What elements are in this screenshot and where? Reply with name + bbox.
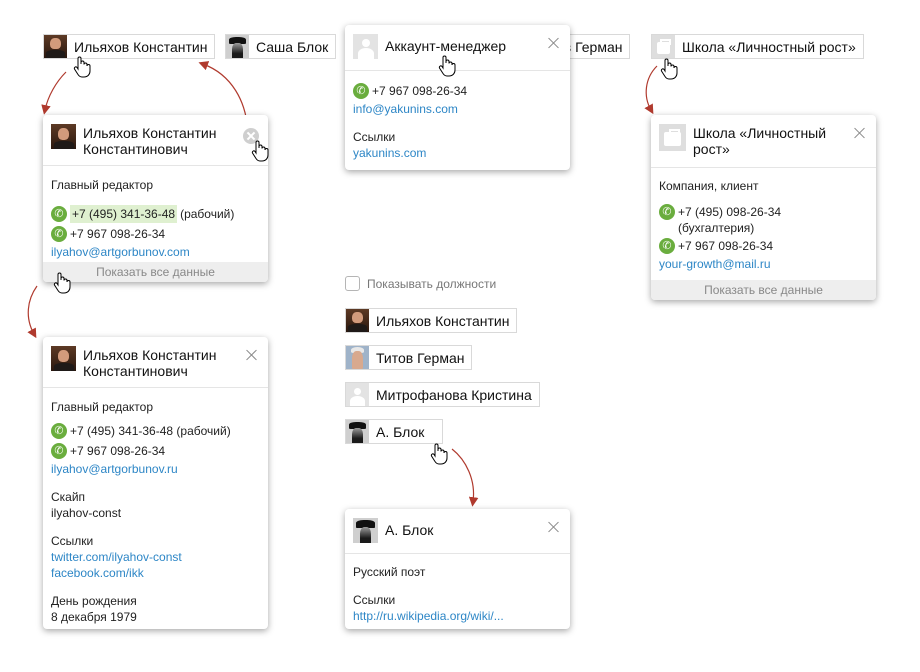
checkbox[interactable] [345,276,360,291]
links-label: Ссылки [353,593,396,607]
hand-cursor-icon [251,140,269,162]
avatar [51,124,76,149]
avatar [346,346,369,369]
chip-sasha-blok[interactable]: Саша Блок [225,34,337,59]
arrow-chip-to-card [41,71,67,115]
card-school: Школа «Личностный рост» Компания, клиент… [651,115,876,300]
card-name: А. Блок [385,522,434,538]
twitter-link[interactable]: twitter.com/ilyahov-const [51,549,260,565]
chip-label: Саша Блок [256,38,329,55]
card-ilyahov-full: Ильяхов Константин Константинович Главны… [43,337,268,629]
position: Главный редактор [51,400,154,414]
card-name: Аккаунт-менеджер [385,38,507,54]
avatar [353,518,378,543]
avatar [44,35,67,58]
hand-cursor-icon [73,56,91,78]
close-icon[interactable] [854,127,866,139]
facebook-link[interactable]: facebook.com/ikk [51,565,260,581]
list-item[interactable]: Ильяхов Константин [345,308,518,333]
links-label: Ссылки [51,534,94,548]
list-item[interactable]: А. Блок [345,419,444,444]
phone-note: (бухгалтерия) [678,221,755,235]
list-item-label: А. Блок [376,423,425,440]
email-link[interactable]: ilyahov@artgorbunov.com [51,244,260,260]
skype-label: Скайп [51,490,86,504]
list-item-label: Титов Герман [376,349,465,366]
position: Компания, клиент [659,179,759,193]
phone-mobile: +7 967 098-26-34 [70,227,166,241]
avatar [353,34,378,59]
email-link[interactable]: your-growth@mail.ru [659,256,868,272]
phone: +7 967 098-26-34 [372,84,468,98]
avatar [346,383,369,406]
chip-school[interactable]: Школа «Личностный рост» [651,34,864,59]
close-icon[interactable] [548,521,560,533]
hand-cursor-icon [430,443,448,465]
wikipedia-link[interactable]: http://ru.wikipedia.org/wiki/... [353,608,562,624]
phone-icon [51,423,67,439]
list-item-label: Митрофанова Кристина [376,386,532,403]
phone-icon [51,443,67,459]
card-account-manager: Аккаунт-менеджер +7 967 098-26-34 info@y… [345,25,570,170]
show-all-button[interactable]: Показать все данные [651,280,876,300]
phone-accounting: +7 (495) 098-26-34 [678,205,782,219]
phone-icon [51,206,67,222]
arrow-blok-to-card [451,448,479,507]
show-all-button[interactable]: Показать все данные [43,262,268,282]
avatar [652,35,675,58]
phone-icon [51,226,67,242]
position: Главный редактор [51,178,154,192]
card-name: Ильяхов Константин Константинович [83,125,217,157]
close-icon[interactable] [548,37,560,49]
email-link[interactable]: info@yakunins.com [353,101,562,117]
hand-cursor-icon [53,272,71,294]
avatar [51,346,76,371]
hand-cursor-icon [660,58,678,80]
position: Русский поэт [353,565,426,579]
card-name: Ильяхов Константин Константинович [83,347,217,379]
chip-ilyahov[interactable]: Ильяхов Константин [43,34,216,59]
phone-icon [659,204,675,220]
card-name: Школа «Личностный рост» [693,125,827,157]
chip-label: Школа «Личностный рост» [682,38,856,55]
email-link[interactable]: ilyahov@artgorbunov.ru [51,461,260,477]
avatar [659,124,686,151]
avatar [346,309,369,332]
show-positions-toggle[interactable]: Показывать должности [345,276,496,291]
arrow-small-to-full [27,285,38,339]
phone-icon [353,83,369,99]
avatar [346,420,369,443]
phone-icon [659,238,675,254]
links-label: Ссылки [353,130,396,144]
arrow-school-to-card [644,65,658,115]
phone-mobile: +7 967 098-26-34 [70,444,166,458]
list-item[interactable]: Митрофанова Кристина [345,382,540,407]
checkbox-label: Показывать должности [367,276,497,291]
phone-work: +7 (495) 341-36-48 [70,205,178,223]
birthday-value: 8 декабря 1979 [51,610,137,624]
card-blok: А. Блок Русский поэт Ссылки http://ru.wi… [345,509,570,629]
phone-note: (рабочий) [180,207,235,221]
phone-mobile: +7 967 098-26-34 [678,239,774,253]
avatar [226,35,249,58]
list-item[interactable]: Титов Герман [345,345,473,370]
card-ilyahov-short: Ильяхов Константин Константинович Главны… [43,115,268,282]
hand-cursor-icon [438,55,456,77]
list-item-label: Ильяхов Константин [376,312,510,329]
site-link[interactable]: yakunins.com [353,145,562,161]
close-icon[interactable] [246,349,258,361]
skype-value: ilyahov-const [51,506,122,520]
birthday-label: День рождения [51,594,137,608]
chip-label: Ильяхов Константин [74,38,208,55]
phone-work: +7 (495) 341-36-48 (рабочий) [70,424,231,438]
